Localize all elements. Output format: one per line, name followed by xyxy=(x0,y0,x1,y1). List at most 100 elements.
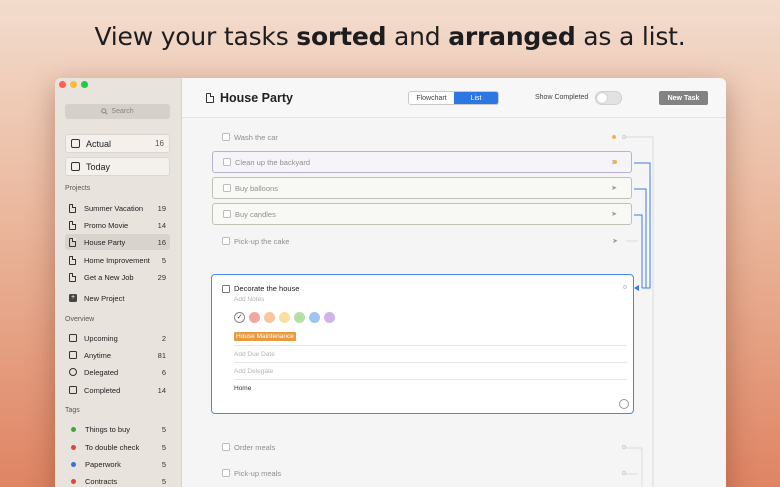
zoom-window-button[interactable] xyxy=(81,81,88,88)
task-checkbox[interactable] xyxy=(222,284,230,293)
app-window: Search Actual 16 Today Projects Summer V… xyxy=(55,78,726,487)
sidebar-project-home-improvement[interactable]: Home Improvement 5 xyxy=(65,252,170,268)
sidebar-tag-contracts[interactable]: Contracts 5 xyxy=(65,473,170,487)
task-title: Wash the car xyxy=(234,132,278,142)
document-icon xyxy=(69,220,76,230)
task-checkbox[interactable] xyxy=(223,184,231,192)
sidebar-item-label: Upcoming xyxy=(84,333,118,343)
task-checkbox[interactable] xyxy=(223,158,231,166)
task-row[interactable]: Wash the car xyxy=(212,126,632,148)
task-row[interactable]: Buy candles ➤ xyxy=(212,203,632,225)
task-title: Pick-up the cake xyxy=(234,236,290,246)
sidebar-item-count: 5 xyxy=(161,255,166,265)
sidebar-item-count: 5 xyxy=(161,424,166,434)
delegate-field[interactable]: Add Delegate xyxy=(234,362,627,375)
color-swatch-green[interactable] xyxy=(294,312,305,323)
task-checkbox[interactable] xyxy=(222,237,230,245)
task-checkbox[interactable] xyxy=(222,443,230,451)
sidebar-item-count: 81 xyxy=(157,350,166,360)
sidebar-item-label: Paperwork xyxy=(85,459,121,469)
calendar-icon xyxy=(69,351,77,359)
sidebar-item-count: 29 xyxy=(157,272,166,282)
checkbox-icon xyxy=(69,386,77,394)
sidebar-item-label: Completed xyxy=(84,385,121,395)
sidebar-item-label: House Party xyxy=(84,237,126,247)
task-checkbox[interactable] xyxy=(222,133,230,141)
tag-color-dot xyxy=(71,444,76,450)
task-row[interactable]: Pick-up meals xyxy=(212,462,632,484)
tag-color-dot xyxy=(71,426,76,432)
sidebar-item-count: 19 xyxy=(157,203,166,213)
task-row[interactable]: Order meals xyxy=(212,436,632,458)
sidebar-item-upcoming[interactable]: Upcoming 2 xyxy=(65,330,170,346)
task-row[interactable]: Buy balloons ➤ xyxy=(212,177,632,199)
due-date-field[interactable]: Add Due Date xyxy=(234,345,627,358)
color-swatch-none[interactable]: ✓ xyxy=(234,312,245,323)
sidebar-item-label: Delegated xyxy=(84,367,119,377)
sidebar-item-label: Home Improvement xyxy=(84,255,150,265)
sidebar-item-today[interactable]: Today xyxy=(65,157,170,176)
color-picker: ✓ xyxy=(234,312,335,323)
area-field[interactable]: Home xyxy=(234,379,627,392)
task-title: Order meals xyxy=(234,442,276,452)
color-swatch-orange[interactable] xyxy=(264,312,275,323)
status-dot xyxy=(612,135,616,139)
calendar-check-icon xyxy=(71,162,80,171)
sidebar-tag-to-double-check[interactable]: To double check 5 xyxy=(65,439,170,455)
sidebar-item-count: 5 xyxy=(161,459,166,469)
task-checkbox[interactable] xyxy=(223,210,231,218)
sidebar-item-count: 5 xyxy=(161,476,166,486)
sidebar-item-actual[interactable]: Actual 16 xyxy=(65,134,170,153)
sidebar-item-delegated[interactable]: Delegated 6 xyxy=(65,364,170,380)
search-input[interactable]: Search xyxy=(65,104,170,119)
sidebar-project-get-a-new-job[interactable]: Get a New Job 29 xyxy=(65,269,170,285)
sidebar-item-count: 16 xyxy=(157,237,166,247)
task-title-input[interactable]: Decorate the house xyxy=(234,284,299,293)
color-swatch-blue[interactable] xyxy=(309,312,320,323)
sidebar-project-promo-movie[interactable]: Promo Movie 14 xyxy=(65,217,170,233)
overview-heading: Overview xyxy=(65,316,95,323)
document-icon xyxy=(69,237,76,247)
tag-color-dot xyxy=(71,461,76,467)
status-dot xyxy=(622,135,626,139)
color-swatch-red[interactable] xyxy=(249,312,260,323)
status-dot xyxy=(622,471,626,475)
minimize-window-button[interactable] xyxy=(70,81,77,88)
task-editor: Decorate the house Add Notes ✓ House Mai… xyxy=(211,274,634,414)
plus-icon: + xyxy=(69,294,77,302)
task-title: Pick-up meals xyxy=(234,468,282,478)
sidebar-item-completed[interactable]: Completed 14 xyxy=(65,382,170,398)
sidebar-tag-things-to-buy[interactable]: Things to buy 5 xyxy=(65,421,170,437)
sidebar-project-house-party[interactable]: House Party 16 xyxy=(65,234,170,250)
status-dot xyxy=(622,445,626,449)
task-title: Clean up the backyard xyxy=(235,157,311,167)
task-row[interactable]: Clean up the backyard ➤ xyxy=(212,151,632,173)
document-icon xyxy=(69,203,76,213)
search-icon xyxy=(101,108,109,115)
task-checkbox[interactable] xyxy=(222,469,230,477)
sidebar-item-anytime[interactable]: Anytime 81 xyxy=(65,347,170,363)
inbox-icon xyxy=(71,139,80,148)
calendar-icon xyxy=(69,334,77,342)
main-content: House Party Flowchart List Show Complete… xyxy=(182,78,726,487)
sidebar-item-label: Anytime xyxy=(84,350,112,360)
window-controls xyxy=(59,81,88,88)
task-editor-title-row: Decorate the house xyxy=(222,284,299,293)
sidebar-item-count: 16 xyxy=(155,139,164,148)
sidebar-item-count: 2 xyxy=(161,333,166,343)
task-row[interactable]: Pick-up the cake ➤ xyxy=(212,230,632,252)
color-swatch-purple[interactable] xyxy=(324,312,335,323)
new-project-button[interactable]: + New Project xyxy=(65,290,170,306)
sidebar-item-count: 6 xyxy=(161,367,166,377)
gear-icon[interactable] xyxy=(619,399,629,409)
task-title: Buy balloons xyxy=(235,183,278,193)
notes-field[interactable]: Add Notes xyxy=(234,296,264,303)
sidebar-tag-paperwork[interactable]: Paperwork 5 xyxy=(65,456,170,472)
status-dot xyxy=(623,285,627,289)
close-window-button[interactable] xyxy=(59,81,66,88)
color-swatch-yellow[interactable] xyxy=(279,312,290,323)
sidebar-project-summer-vacation[interactable]: Summer Vacation 19 xyxy=(65,200,170,216)
tag-pill[interactable]: House Maintenance xyxy=(234,332,296,341)
sidebar-item-label: Things to buy xyxy=(85,424,131,434)
sidebar-item-label: Promo Movie xyxy=(84,220,129,230)
